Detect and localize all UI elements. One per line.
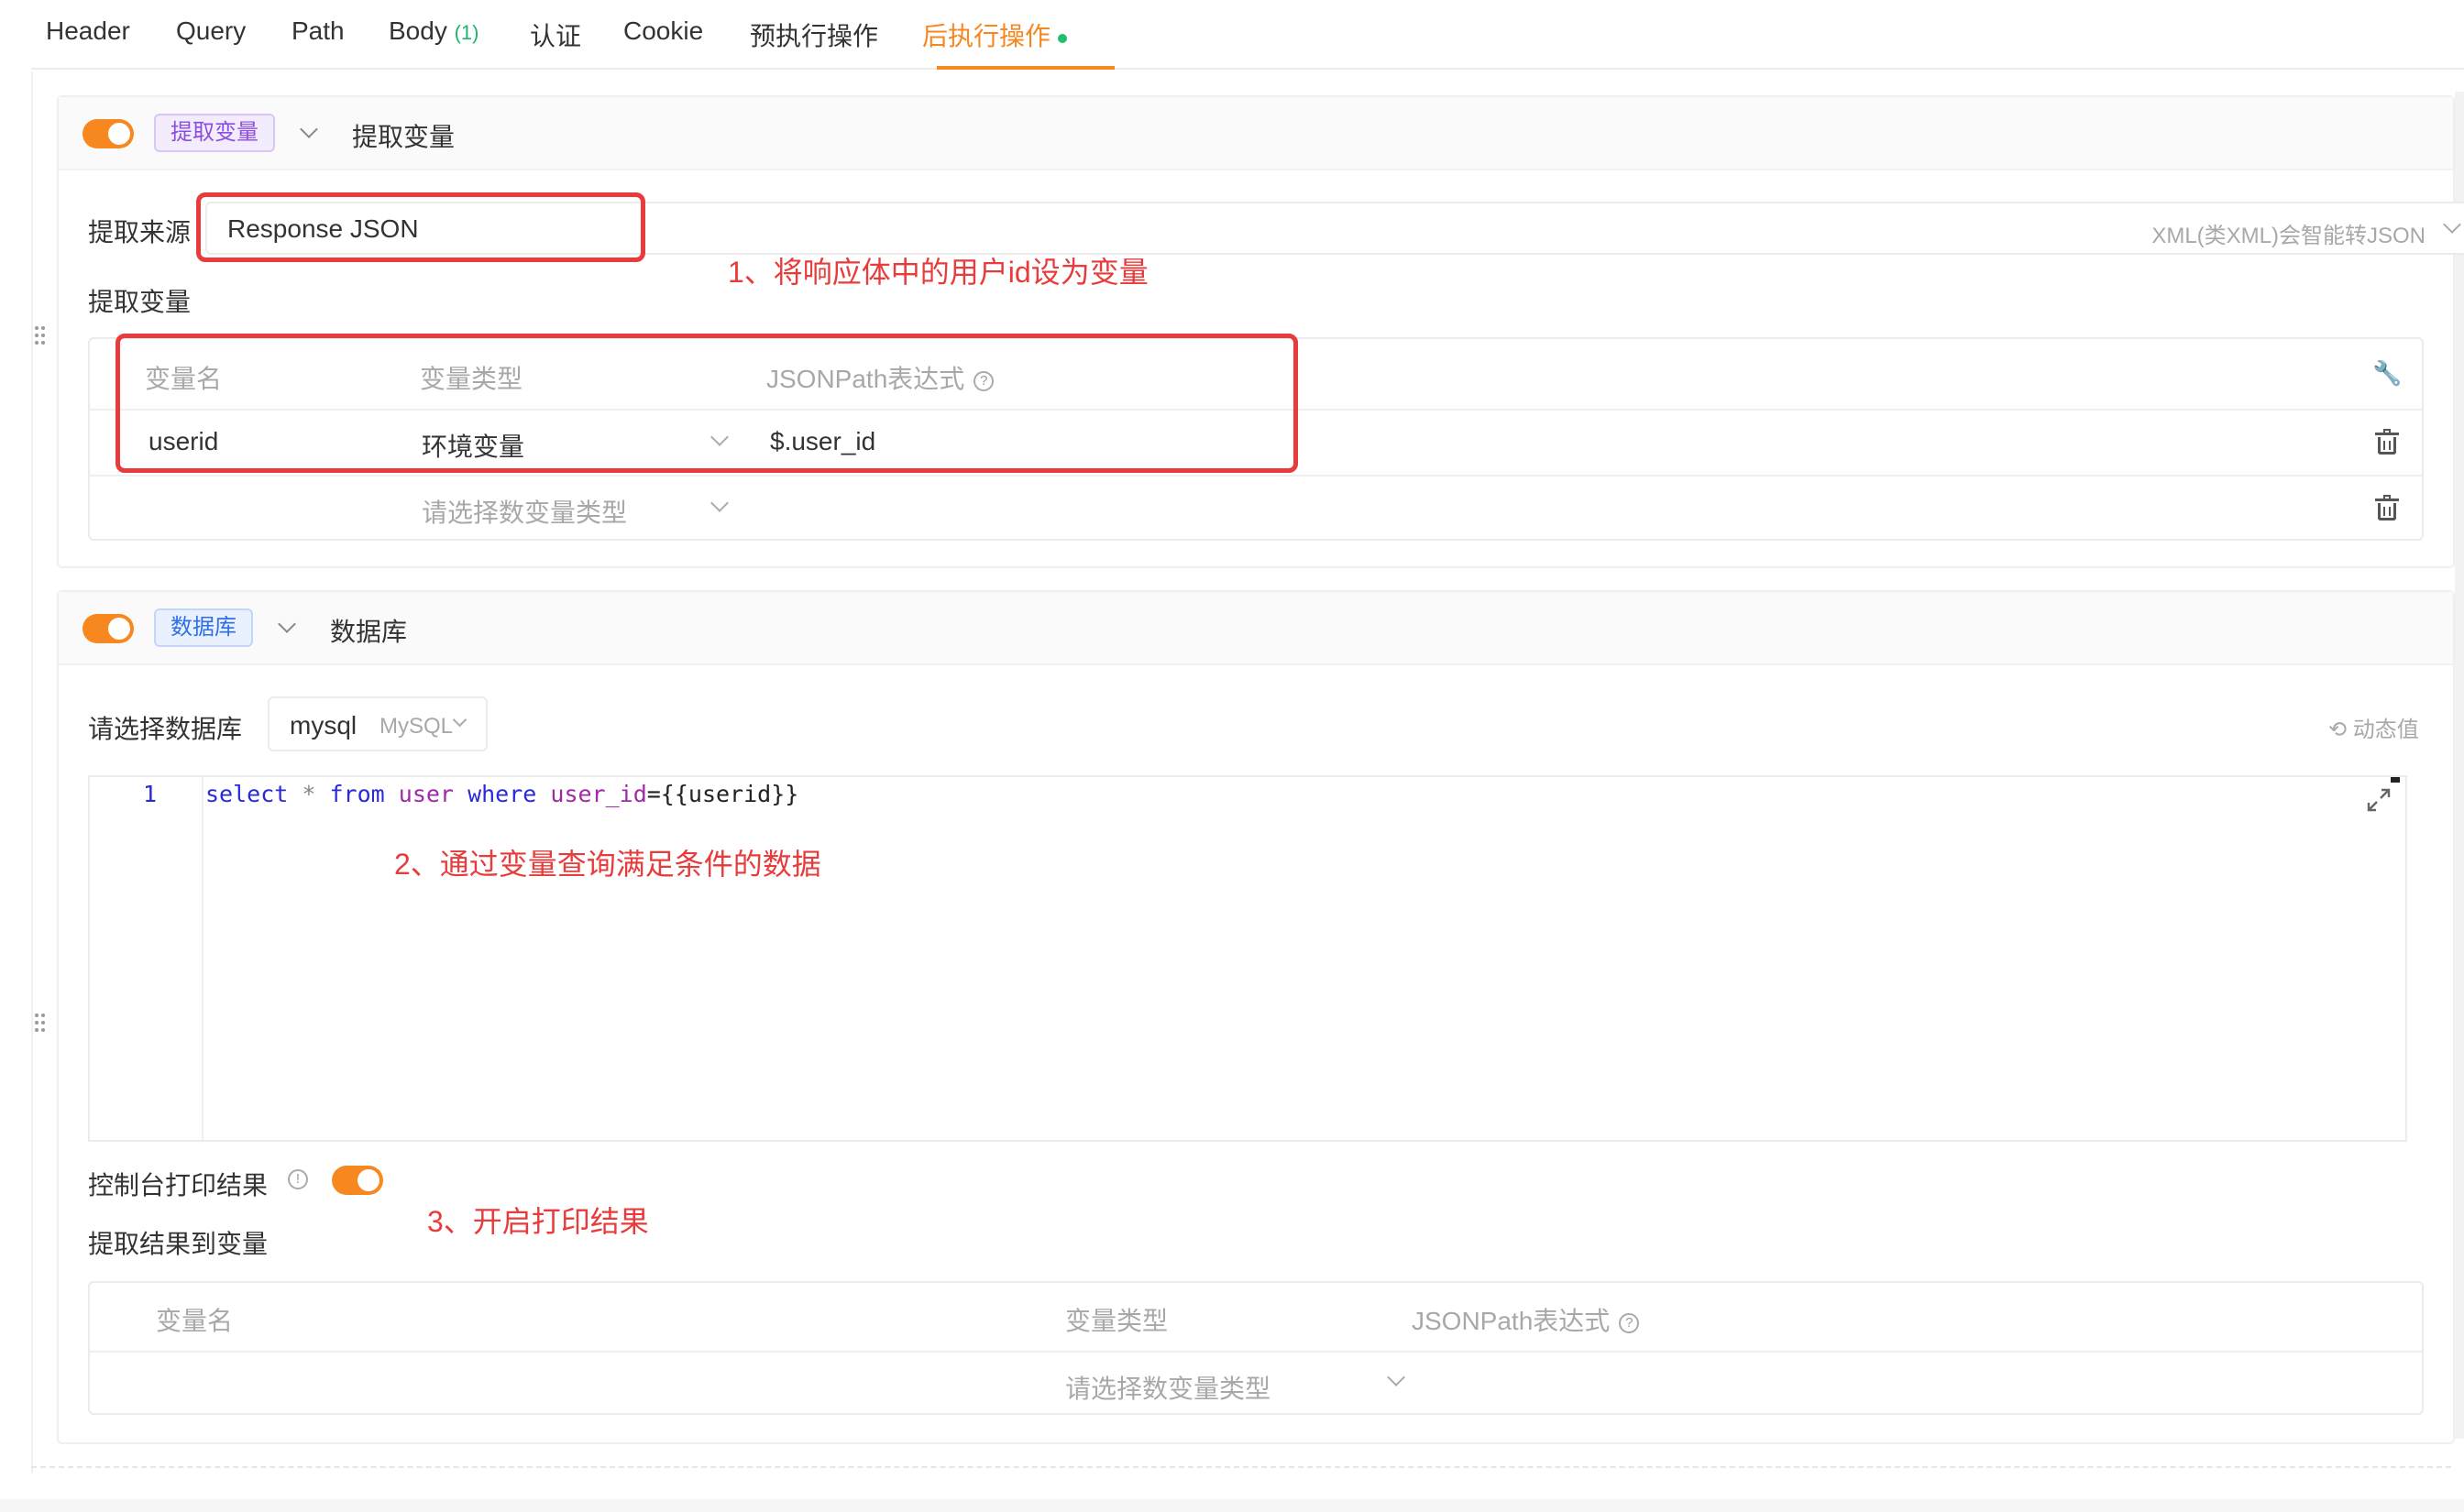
row-divider [90,475,2422,477]
sql-value: ={{userid}} [646,781,799,807]
sql-keyword: where [468,781,537,807]
chevron-down-icon[interactable] [1387,1368,1405,1386]
db-name: mysql [290,711,358,740]
left-divider [31,71,33,1474]
editor-scroll-marker [2391,777,2400,783]
tab-auth[interactable]: 认证 [530,16,581,53]
dynamic-value-icon: ⟲ [2328,718,2353,742]
annotation-box-vars [116,334,1298,473]
chevron-down-icon [2443,215,2461,234]
info-icon[interactable]: ! [288,1169,308,1189]
row-divider [90,1351,2422,1353]
vars-label: 提取变量 [88,288,192,316]
wrench-icon[interactable]: 🔧 [2372,359,2402,388]
db-select-label: 请选择数据库 [88,715,243,743]
database-enable-toggle[interactable] [82,614,134,643]
drag-handle-icon[interactable] [35,1013,46,1032]
bottom-divider [31,1466,2451,1468]
print-result-label: 控制台打印结果 [88,1171,269,1200]
panel-header: 数据库 数据库 [59,592,2453,665]
extract-variable-panel: 提取变量 提取变量 提取来源 Response JSON XML(类XML)会智… [57,95,2464,568]
help-icon[interactable]: ? [1619,1312,1640,1333]
chevron-down-icon[interactable] [710,494,729,512]
var-type-placeholder[interactable]: 请选择数变量类型 [1065,1369,1270,1406]
sql-line: select * from user where user_id={{useri… [205,781,798,807]
chevron-down-icon[interactable] [300,120,318,138]
delete-icon[interactable] [2375,429,2399,455]
annotation-note-1: 1、将响应体中的用户id设为变量 [728,256,1149,289]
panel-title: 数据库 [330,618,408,646]
sql-table: user [398,781,454,807]
print-result-toggle[interactable] [332,1166,383,1195]
tab-pre-actions[interactable]: 预执行操作 [750,16,878,53]
extract-enable-toggle[interactable] [82,119,134,148]
db-type: MySQL [380,714,454,739]
line-gutter: 1 [90,777,204,1140]
drag-handle-icon[interactable] [35,326,46,345]
bottom-bar [0,1499,2464,1512]
delete-icon[interactable] [2375,495,2399,520]
extract-type-tag: 提取变量 [154,114,275,152]
scrollbar[interactable] [2455,92,2464,1439]
tab-body[interactable]: Body (1) [389,16,479,46]
tab-post-actions[interactable]: 后执行操作 [922,16,1068,53]
sql-editor[interactable]: 1 select * from user where user_id={{use… [88,775,2407,1142]
database-type-tag: 数据库 [154,608,253,647]
extract-result-label: 提取结果到变量 [88,1230,269,1258]
chevron-down-icon [452,712,468,728]
tab-header[interactable]: Header [46,16,130,46]
panel-title: 提取变量 [352,123,456,151]
active-dot-icon [1058,33,1068,43]
tab-path[interactable]: Path [292,16,345,46]
sql-column: user_id [550,781,647,807]
tab-cookie[interactable]: Cookie [623,16,703,46]
source-label: 提取来源 [88,218,192,247]
var-type-placeholder[interactable]: 请选择数变量类型 [422,493,627,530]
result-vars-table: 变量名 变量类型 JSONPath表达式? 请选择数变量类型 [88,1281,2424,1415]
tab-body-label: Body [389,16,447,45]
col-var-type: 变量类型 [1065,1307,1169,1335]
annotation-note-2: 2、通过变量查询满足条件的数据 [394,848,821,881]
active-tab-indicator [937,66,1115,70]
annotation-box-source [196,192,645,262]
db-select[interactable]: mysql MySQL [268,696,488,751]
tab-post-actions-label: 后执行操作 [922,22,1051,50]
sql-keyword: from [329,781,385,807]
source-hint: XML(类XML)会智能转JSON [2151,224,2426,248]
tab-query[interactable]: Query [176,16,246,46]
line-number: 1 [143,781,158,807]
annotation-note-3: 3、开启打印结果 [427,1205,649,1238]
sql-star: * [302,781,316,807]
col-jsonpath: JSONPath表达式? [1412,1301,1640,1338]
expand-icon[interactable] [2365,786,2392,814]
dynamic-value-label: 动态值 [2352,718,2419,742]
sql-keyword: select [205,781,289,807]
chevron-down-icon[interactable] [278,615,296,633]
col-jsonpath-label: JSONPath表达式 [1412,1307,1611,1335]
dynamic-value-button[interactable]: ⟲ 动态值 [2328,711,2419,743]
col-var-name: 变量名 [156,1307,234,1335]
panel-header: 提取变量 提取变量 [59,97,2453,170]
tab-bar: Header Query Path Body (1) 认证 Cookie 预执行… [31,0,2464,70]
tab-body-count: (1) [454,21,479,44]
